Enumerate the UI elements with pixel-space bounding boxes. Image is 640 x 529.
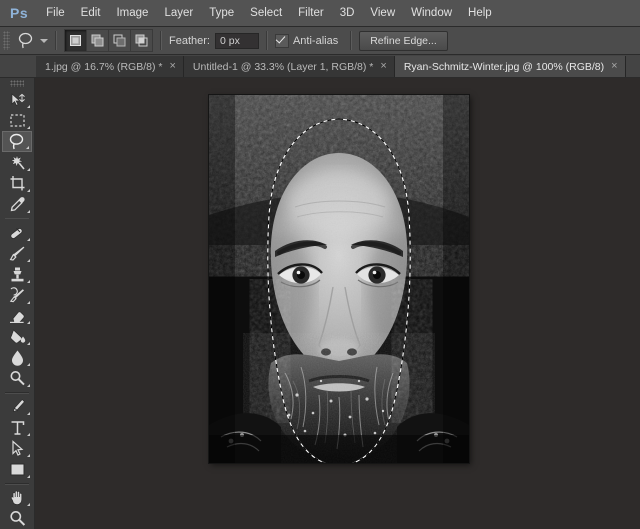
magic-wand-tool[interactable] xyxy=(2,152,32,173)
eyedropper-tool[interactable] xyxy=(2,194,32,215)
options-bar-grip[interactable] xyxy=(3,31,10,50)
anti-alias-label: Anti-alias xyxy=(292,34,339,47)
options-separator-2 xyxy=(160,31,162,50)
tool-flyout-indicator xyxy=(27,342,30,346)
menu-item-view[interactable]: View xyxy=(362,4,403,22)
menu-item-help[interactable]: Help xyxy=(460,4,500,22)
close-icon[interactable]: × xyxy=(611,61,617,72)
intersect-with-selection-button[interactable] xyxy=(131,30,152,51)
tool-flyout-indicator xyxy=(27,238,30,242)
tool-flyout-indicator xyxy=(27,503,30,507)
tool-flyout-indicator xyxy=(27,412,30,416)
tool-flyout-indicator xyxy=(27,279,30,283)
tool-flyout-indicator xyxy=(27,168,30,172)
healing-brush-tool[interactable] xyxy=(2,222,32,243)
tab-ryan-schmitz-winter[interactable]: Ryan-Schmitz-Winter.jpg @ 100% (RGB/8) × xyxy=(394,56,626,77)
workspace xyxy=(0,78,640,529)
close-icon[interactable]: × xyxy=(169,61,175,72)
tab-untitled-1[interactable]: Untitled-1 @ 33.3% (Layer 1, RGB/8) * × xyxy=(183,56,395,77)
menu-item-image[interactable]: Image xyxy=(108,4,156,22)
feather-input[interactable] xyxy=(214,32,259,49)
tool-flyout-indicator xyxy=(27,188,30,192)
zoom-tool[interactable] xyxy=(2,508,32,529)
menu-item-filter[interactable]: Filter xyxy=(290,4,332,22)
selection-mode-group xyxy=(64,29,153,52)
add-to-selection-button[interactable] xyxy=(87,30,109,51)
options-separator-1 xyxy=(55,31,57,50)
tab-title: Ryan-Schmitz-Winter.jpg @ 100% (RGB/8) xyxy=(403,60,605,73)
tool-flyout-indicator xyxy=(27,383,30,387)
refine-edge-button[interactable]: Refine Edge... xyxy=(359,30,448,51)
blur-tool[interactable] xyxy=(2,347,32,368)
dodge-tool[interactable] xyxy=(2,368,32,389)
tool-flyout-indicator xyxy=(27,259,30,263)
feather-label: Feather: xyxy=(169,34,210,47)
options-bar: Feather: Anti-alias Refine Edge... xyxy=(0,27,640,55)
menu-bar: Ps File Edit Image Layer Type Select Fil… xyxy=(0,0,640,27)
tool-flyout-indicator xyxy=(27,362,30,366)
anti-alias-checkbox[interactable] xyxy=(274,33,289,48)
brush-tool[interactable] xyxy=(2,243,32,264)
tool-flyout-indicator xyxy=(27,433,30,437)
close-icon[interactable]: × xyxy=(380,61,386,72)
tools-panel-grip[interactable] xyxy=(10,80,24,87)
path-selection-tool[interactable] xyxy=(2,438,32,459)
history-brush-tool[interactable] xyxy=(2,285,32,306)
tool-flyout-indicator xyxy=(27,126,30,130)
options-separator-3 xyxy=(265,31,268,50)
tool-flyout-indicator xyxy=(27,474,30,478)
document-tab-bar: 1.jpg @ 16.7% (RGB/8) * × Untitled-1 @ 3… xyxy=(0,55,640,78)
tools-panel xyxy=(0,78,35,529)
tools-separator-3 xyxy=(5,482,29,485)
tool-flyout-indicator xyxy=(27,321,30,325)
tool-flyout-indicator xyxy=(27,453,30,457)
hand-tool[interactable] xyxy=(2,488,32,509)
tools-separator-1 xyxy=(5,217,29,220)
chevron-down-icon[interactable] xyxy=(40,38,48,43)
lasso-icon[interactable] xyxy=(15,30,37,51)
menu-item-edit[interactable]: Edit xyxy=(73,4,109,22)
portrait-photo xyxy=(209,95,469,463)
new-selection-button[interactable] xyxy=(65,30,87,51)
menu-item-type[interactable]: Type xyxy=(201,4,242,22)
tool-flyout-indicator xyxy=(27,300,30,304)
left-eye xyxy=(277,263,323,288)
rectangle-tool[interactable] xyxy=(2,459,32,480)
gradient-tool[interactable] xyxy=(2,326,32,347)
menu-item-3d[interactable]: 3D xyxy=(332,4,363,22)
tool-flyout-indicator xyxy=(27,105,30,109)
eraser-tool[interactable] xyxy=(2,306,32,327)
tool-flyout-indicator xyxy=(27,209,30,213)
canvas-area[interactable] xyxy=(35,78,640,529)
options-separator-4 xyxy=(350,31,353,50)
lasso-tool[interactable] xyxy=(2,131,32,153)
photoshop-window: Ps File Edit Image Layer Type Select Fil… xyxy=(0,0,640,529)
clone-stamp-tool[interactable] xyxy=(2,264,32,285)
subtract-from-selection-button[interactable] xyxy=(109,30,131,51)
photoshop-logo: Ps xyxy=(10,5,29,21)
tab-title: Untitled-1 @ 33.3% (Layer 1, RGB/8) * xyxy=(192,60,374,73)
menu-item-window[interactable]: Window xyxy=(403,4,460,22)
tool-flyout-indicator xyxy=(26,146,29,150)
crop-tool[interactable] xyxy=(2,173,32,194)
menu-item-file[interactable]: File xyxy=(38,4,73,22)
rectangular-marquee-tool[interactable] xyxy=(2,110,32,131)
type-tool[interactable] xyxy=(2,417,32,438)
tab-1jpg[interactable]: 1.jpg @ 16.7% (RGB/8) * × xyxy=(36,56,184,77)
tools-separator-2 xyxy=(5,391,29,394)
anti-alias-checkbox-group[interactable]: Anti-alias xyxy=(274,33,343,48)
tab-title: 1.jpg @ 16.7% (RGB/8) * xyxy=(45,60,163,73)
pen-tool[interactable] xyxy=(2,397,32,418)
move-tool[interactable] xyxy=(2,90,32,111)
menu-item-layer[interactable]: Layer xyxy=(156,4,201,22)
menu-item-select[interactable]: Select xyxy=(242,4,290,22)
document-canvas[interactable] xyxy=(209,95,469,463)
